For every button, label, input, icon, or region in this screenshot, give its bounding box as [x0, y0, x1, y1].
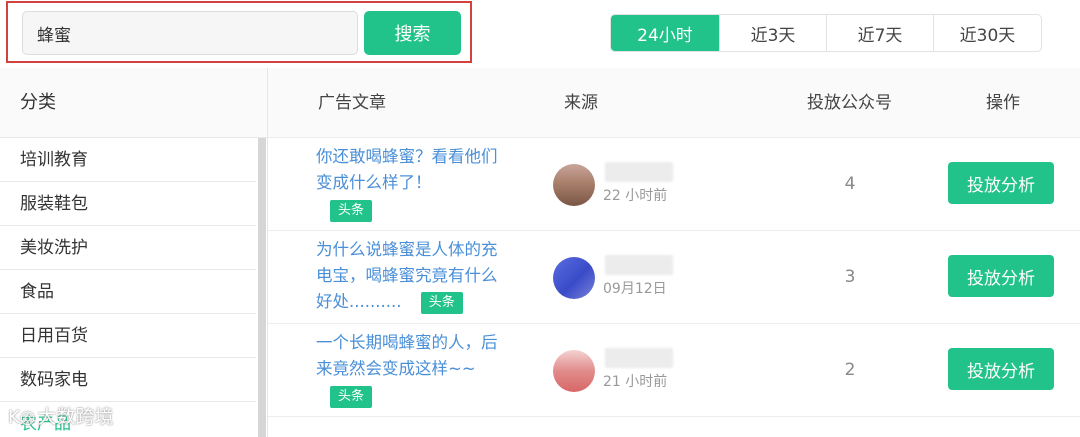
analyze-button[interactable]: 投放分析	[948, 162, 1054, 204]
sidebar-item-apparel[interactable]: 服装鞋包	[0, 182, 256, 226]
category-sidebar: 分类 培训教育 服装鞋包 美妆洗护 食品 日用百货 数码家电 农产品	[0, 68, 268, 437]
source-time: 09月12日	[603, 281, 667, 297]
column-header-source: 来源	[564, 93, 598, 113]
watermark: K◎ 大数跨境	[8, 402, 114, 436]
tab-30-days[interactable]: 近30天	[933, 15, 1041, 51]
watermark-text: 大数跨境	[37, 406, 114, 428]
watermark-logo-icon: K◎	[8, 407, 36, 428]
source-avatar[interactable]	[553, 164, 595, 206]
column-header-action: 操作	[986, 93, 1020, 113]
search-button[interactable]: 搜索	[364, 11, 461, 55]
sidebar-item-education[interactable]: 培训教育	[0, 138, 256, 182]
analyze-button[interactable]: 投放分析	[948, 255, 1054, 297]
time-range-tabs: 24小时 近3天 近7天 近30天	[610, 14, 1042, 52]
column-header-article: 广告文章	[318, 93, 386, 113]
source-avatar[interactable]	[553, 350, 595, 392]
accounts-count: 3	[844, 267, 856, 287]
article-cell: 一个长期喝蜂蜜的人，后来竟然会变成这样~~ 头条	[316, 330, 512, 409]
article-title-link[interactable]: 你还敢喝蜂蜜？看看他们变成什么样了！	[316, 147, 498, 192]
headline-tag: 头条	[420, 291, 463, 314]
sidebar-item-daily-goods[interactable]: 日用百货	[0, 314, 256, 358]
ad-article-table: 广告文章 来源 投放公众号 操作 你还敢喝蜂蜜？看看他们变成什么样了！ 头条 2…	[268, 68, 1080, 437]
article-cell: 为什么说蜂蜜是人体的充电宝，喝蜂蜜究竟有什么好处.......... 头条	[316, 237, 512, 315]
table-row: 为什么说蜂蜜是人体的充电宝，喝蜂蜜究竟有什么好处.......... 头条 09…	[268, 231, 1080, 324]
category-list: 培训教育 服装鞋包 美妆洗护 食品 日用百货 数码家电 农产品	[0, 138, 256, 437]
source-time: 22 小时前	[603, 188, 668, 204]
source-name-blurred	[605, 162, 673, 182]
tab-24-hours[interactable]: 24小时	[611, 15, 719, 51]
article-cell: 你还敢喝蜂蜜？看看他们变成什么样了！ 头条	[316, 144, 512, 223]
sidebar-item-food[interactable]: 食品	[0, 270, 256, 314]
accounts-count: 2	[844, 360, 856, 380]
column-header-accounts: 投放公众号	[807, 93, 892, 113]
search-area: 搜索	[6, 1, 472, 63]
tab-3-days[interactable]: 近3天	[719, 15, 826, 51]
sidebar-scrollbar-thumb[interactable]	[258, 138, 266, 437]
source-name-blurred	[605, 255, 673, 275]
analyze-button[interactable]: 投放分析	[948, 348, 1054, 390]
sidebar-item-beauty[interactable]: 美妆洗护	[0, 226, 256, 270]
article-title-link[interactable]: 为什么说蜂蜜是人体的充电宝，喝蜂蜜究竟有什么好处..........	[316, 240, 498, 311]
sidebar-scrollbar[interactable]	[258, 138, 266, 437]
tab-7-days[interactable]: 近7天	[826, 15, 933, 51]
source-cell: 09月12日	[553, 249, 683, 305]
accounts-count: 4	[844, 174, 856, 194]
article-title-link[interactable]: 一个长期喝蜂蜜的人，后来竟然会变成这样~~	[316, 333, 498, 378]
headline-tag: 头条	[330, 199, 373, 222]
top-bar: 搜索 24小时 近3天 近7天 近30天	[0, 0, 1080, 68]
sidebar-header: 分类	[0, 68, 267, 138]
source-avatar[interactable]	[553, 257, 595, 299]
source-cell: 22 小时前	[553, 156, 683, 212]
source-name-blurred	[605, 348, 673, 368]
sidebar-item-electronics[interactable]: 数码家电	[0, 358, 256, 402]
table-header: 广告文章 来源 投放公众号 操作	[268, 68, 1080, 138]
table-row: 你还敢喝蜂蜜？看看他们变成什么样了！ 头条 22 小时前 4 投放分析	[268, 138, 1080, 231]
headline-tag: 头条	[330, 385, 373, 408]
table-row: 一个长期喝蜂蜜的人，后来竟然会变成这样~~ 头条 21 小时前 2 投放分析	[268, 324, 1080, 417]
search-input[interactable]	[22, 11, 358, 55]
source-cell: 21 小时前	[553, 342, 683, 398]
source-time: 21 小时前	[603, 374, 668, 390]
